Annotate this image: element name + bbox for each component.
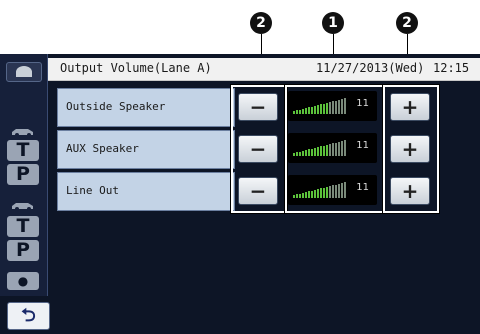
meter-segment [302,150,304,156]
meter-segment [296,194,298,198]
volume-up-button[interactable]: + [390,177,430,205]
meter-segment [305,150,307,156]
meter-segment [329,186,331,198]
meter-segment [332,185,334,198]
meter-segment [323,187,325,198]
meter-segment [341,141,343,156]
meter-segment [344,182,346,198]
row-label-outside-speaker: Outside Speaker [57,88,235,127]
meter-segment [317,105,319,114]
meter-segment [326,186,328,198]
meter-segment [299,109,301,114]
volume-up-button[interactable]: + [390,135,430,163]
meter-segment [314,105,316,114]
meter-segment [320,104,322,114]
meter-segment [335,142,337,156]
row-label-line-out: Line Out [57,172,235,211]
meter-segment [338,183,340,198]
meter-segment [302,108,304,114]
time-display: 12:15 [433,61,470,75]
meter-segment [338,141,340,156]
sidebar-p-button[interactable]: P [7,164,39,185]
volume-down-button[interactable]: − [238,177,278,205]
volume-down-button[interactable]: − [238,135,278,163]
meter-segment [323,103,325,114]
meter-segment [317,189,319,198]
volume-meter: 11 [288,133,377,163]
meter-segment [302,192,304,198]
sidebar-t-button[interactable]: T [7,216,39,237]
meter-segment [320,146,322,156]
volume-meter: 11 [288,91,377,121]
meter-segment [314,189,316,198]
meter-segment [320,188,322,198]
meter-segment [338,99,340,114]
meter-segment [344,98,346,114]
row-label-aux-speaker: AUX Speaker [57,130,235,169]
meter-segment [308,191,310,198]
meter-segment [305,192,307,198]
meter-segment [293,111,295,114]
volume-value: 11 [356,98,369,109]
meter-segment [299,151,301,156]
meter-segment [299,193,301,198]
meter-segment [335,184,337,198]
date-display: 11/27/2013(Wed) [316,61,425,75]
meter-segment [344,140,346,156]
meter-segment [311,106,313,114]
meter-segment [296,152,298,156]
sidebar-t-button[interactable]: T [7,140,39,161]
bottom-bar [0,296,480,334]
meter-segment [311,148,313,156]
header-bar: Output Volume(Lane A) 11/27/2013(Wed) 12… [48,58,480,81]
callout-center: 1 [322,12,344,34]
meter-segment [305,108,307,114]
meter-segment [329,144,331,156]
dot-icon[interactable]: ● [7,272,39,290]
meter-segment [308,149,310,156]
meter-segment [335,100,337,114]
meter-segment [314,147,316,156]
meter-segment [293,153,295,156]
meter-segment [311,190,313,198]
page-title: Output Volume(Lane A) [60,61,212,75]
volume-down-button[interactable]: − [238,93,278,121]
meter-segment [341,183,343,198]
car-icon[interactable] [10,196,36,215]
camera-icon[interactable] [6,62,42,82]
meter-segment [317,147,319,156]
volume-meter: 11 [288,175,377,205]
volume-value: 11 [356,182,369,193]
meter-segment [329,102,331,114]
meter-segment [332,101,334,114]
volume-up-button[interactable]: + [390,93,430,121]
callout-right: 2 [396,12,418,34]
meter-segment [341,99,343,114]
meter-segment [326,102,328,114]
meter-segment [293,195,295,198]
meter-segment [332,143,334,156]
sidebar-p-button[interactable]: P [7,240,39,261]
callout-left: 2 [250,12,272,34]
meter-segment [323,145,325,156]
meter-segment [296,110,298,114]
back-button[interactable]: ⮌ [7,302,50,330]
meter-segment [326,144,328,156]
meter-segment [308,107,310,114]
volume-value: 11 [356,140,369,151]
